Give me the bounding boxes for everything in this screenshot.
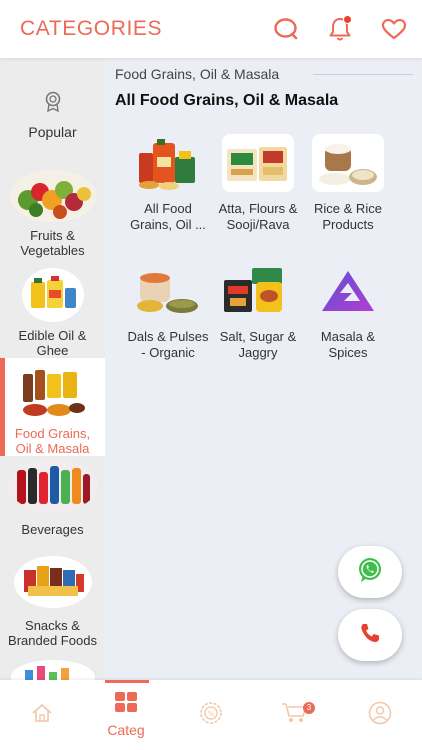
wishlist-heart-icon[interactable] bbox=[380, 15, 408, 43]
sidebar-item-beverages[interactable]: Beverages bbox=[0, 456, 105, 556]
beverages-image bbox=[8, 460, 97, 512]
nav-categories[interactable]: Categ bbox=[102, 680, 150, 750]
cart-count-badge: 3 bbox=[303, 702, 315, 714]
rice-products-image bbox=[312, 134, 384, 192]
sidebar-item-label: Food Grains, Oil & Masala bbox=[14, 426, 91, 456]
subcategory-tile-salt-sugar[interactable]: Salt, Sugar & Jaggry bbox=[213, 262, 303, 360]
active-indicator bbox=[0, 358, 5, 456]
badge-icon bbox=[43, 90, 63, 117]
subcategory-label: Dals & Pulses - Organic bbox=[127, 329, 209, 360]
subcategory-tile-rice[interactable]: Rice & Rice Products bbox=[303, 134, 393, 232]
sidebar-item-popular[interactable]: Popular bbox=[0, 58, 105, 156]
more-category-image bbox=[10, 660, 95, 680]
bottom-navigation: Categ % 3 bbox=[0, 680, 422, 750]
sidebar-item-snacks-branded-foods[interactable]: Snacks & Branded Foods bbox=[0, 556, 105, 654]
all-food-grains-image bbox=[132, 134, 204, 192]
snacks-image bbox=[13, 556, 92, 608]
dals-pulses-image bbox=[132, 262, 204, 320]
svg-text:%: % bbox=[208, 710, 215, 718]
sidebar-item-label: Snacks & Branded Foods bbox=[8, 618, 97, 648]
sidebar-item-more[interactable] bbox=[0, 654, 105, 680]
subcategory-grid: All Food Grains, Oil ... Atta, Flours & … bbox=[123, 134, 393, 360]
sidebar-item-label: Popular bbox=[28, 124, 77, 140]
subcategory-label: All Food Grains, Oil ... bbox=[130, 201, 206, 232]
nav-profile[interactable] bbox=[367, 680, 393, 750]
category-sidebar[interactable]: Popular Fruits & Vegetables Edible Oil &… bbox=[0, 58, 105, 680]
fruits-vegetables-image bbox=[9, 170, 96, 222]
atta-flours-image bbox=[222, 134, 294, 192]
subcategory-label: Atta, Flours & Sooji/Rava bbox=[218, 201, 298, 232]
subcategory-tile-dals-pulses[interactable]: Dals & Pulses - Organic bbox=[123, 262, 213, 360]
sidebar-item-fruits-vegetables[interactable]: Fruits & Vegetables bbox=[0, 156, 105, 262]
nav-cart[interactable]: 3 bbox=[280, 680, 315, 750]
section-title: All Food Grains, Oil & Masala bbox=[115, 92, 339, 109]
header-actions bbox=[272, 15, 408, 43]
categories-icon bbox=[114, 692, 138, 719]
profile-icon bbox=[368, 701, 392, 730]
sidebar-item-food-grains[interactable]: Food Grains, Oil & Masala bbox=[0, 358, 105, 456]
subcategory-tile-atta-flours[interactable]: Atta, Flours & Sooji/Rava bbox=[213, 134, 303, 232]
notification-bell-icon[interactable] bbox=[326, 15, 354, 43]
nav-label: Categ bbox=[107, 722, 145, 738]
subcategory-tile-masala-spices[interactable]: Masala & Spices bbox=[303, 262, 393, 360]
nav-home[interactable] bbox=[28, 680, 56, 750]
subcategory-label: Masala & Spices bbox=[320, 329, 376, 360]
page-title: CATEGORIES bbox=[20, 17, 163, 40]
home-icon bbox=[31, 703, 53, 728]
whatsapp-button[interactable] bbox=[338, 546, 402, 598]
sidebar-item-edible-oil-ghee[interactable]: Edible Oil & Ghee bbox=[0, 262, 105, 358]
edible-oil-ghee-image bbox=[21, 268, 84, 322]
masala-logo-icon bbox=[312, 262, 384, 320]
notification-dot bbox=[343, 15, 352, 24]
subcategory-label: Rice & Rice Products bbox=[314, 201, 382, 232]
salt-sugar-image bbox=[222, 262, 294, 320]
offers-icon: % bbox=[199, 701, 223, 730]
food-grains-image bbox=[18, 366, 87, 416]
phone-icon bbox=[358, 621, 382, 650]
sidebar-item-label: Fruits & Vegetables bbox=[20, 228, 85, 258]
whatsapp-icon bbox=[355, 555, 385, 590]
subcategory-tile-all[interactable]: All Food Grains, Oil ... bbox=[123, 134, 213, 232]
app-header: CATEGORIES bbox=[0, 0, 422, 58]
sidebar-item-label: Beverages bbox=[21, 522, 84, 537]
sidebar-item-label: Edible Oil & Ghee bbox=[18, 328, 87, 358]
subcategory-label: Salt, Sugar & Jaggry bbox=[219, 329, 297, 360]
nav-offers[interactable]: % bbox=[197, 680, 225, 750]
breadcrumb-divider bbox=[313, 74, 413, 75]
search-icon[interactable] bbox=[272, 15, 300, 43]
call-button[interactable] bbox=[338, 609, 402, 661]
breadcrumb: Food Grains, Oil & Masala bbox=[115, 66, 280, 82]
